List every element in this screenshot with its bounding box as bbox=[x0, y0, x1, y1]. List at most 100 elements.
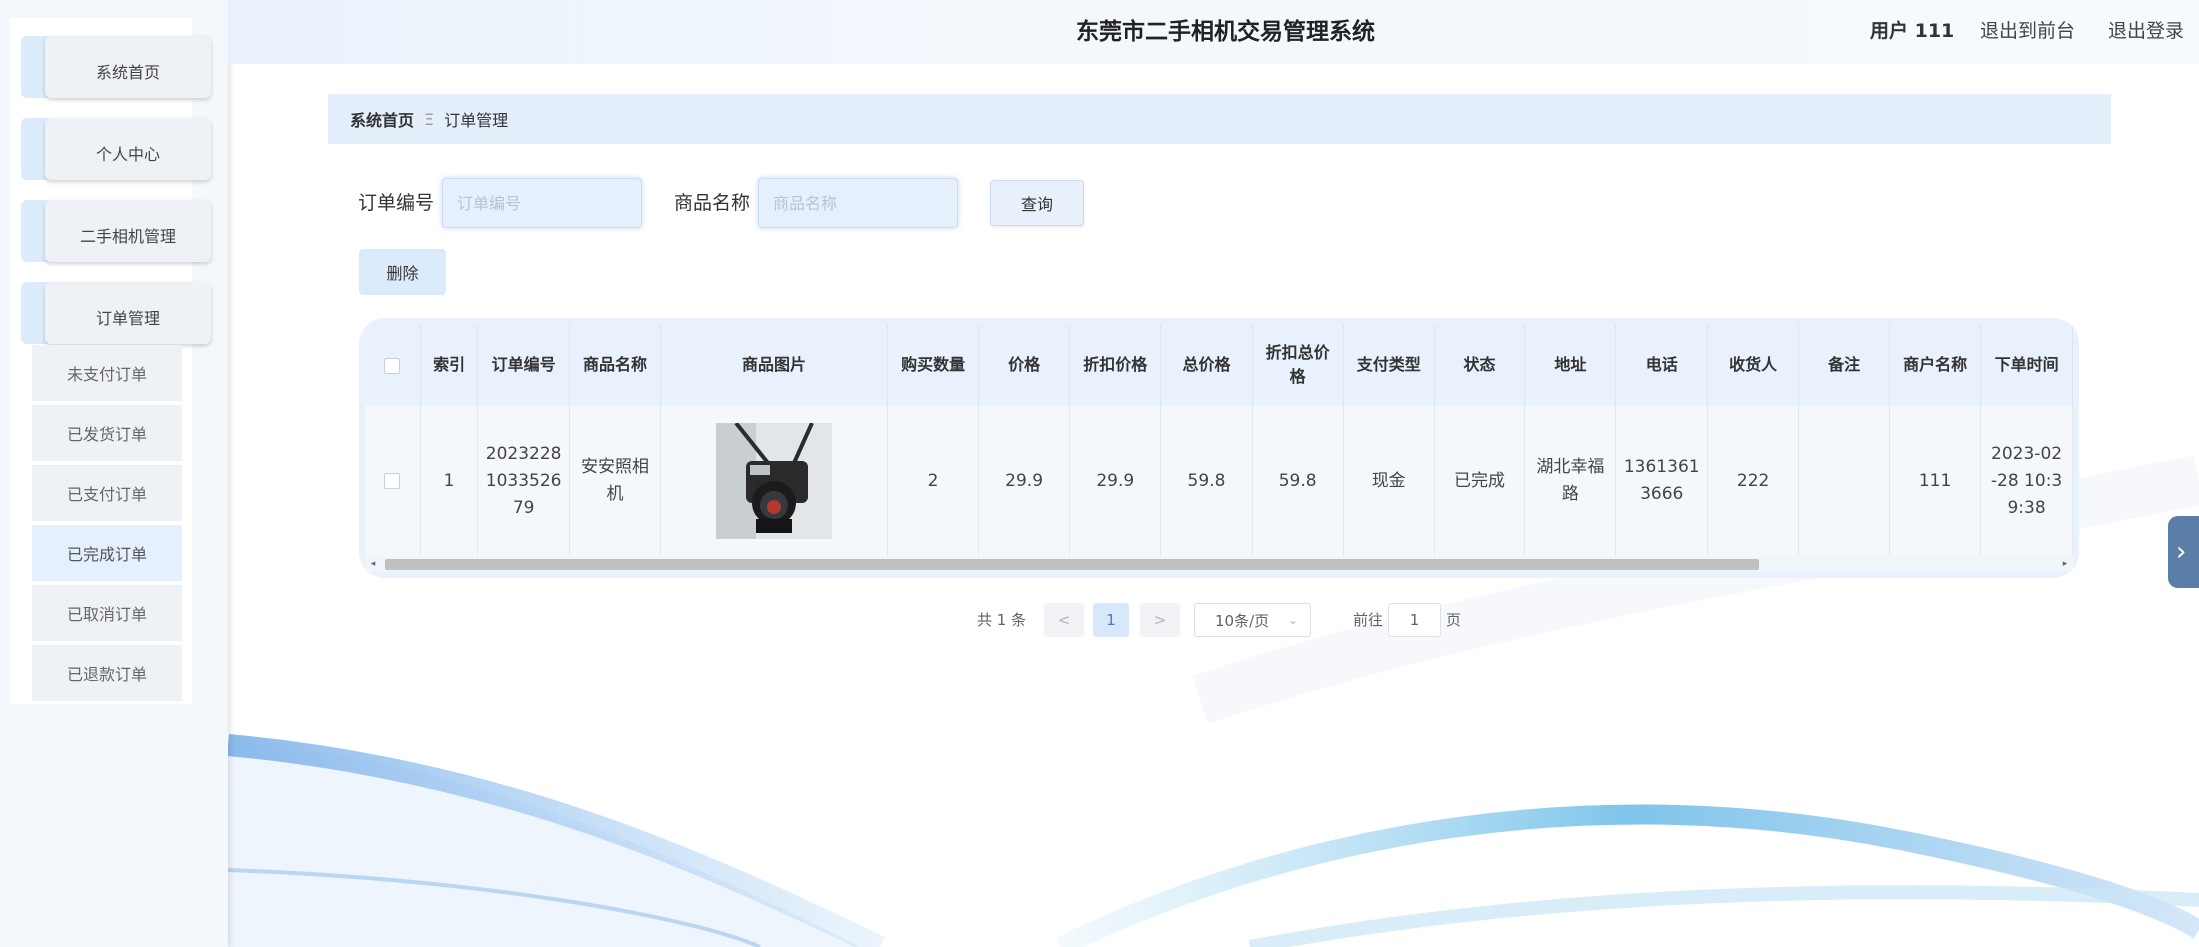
table-header-cell: 电话 bbox=[1615, 324, 1709, 406]
table-header-cell: 下单时间 bbox=[1980, 324, 2073, 406]
horizontal-scrollbar[interactable]: ◂ ▸ bbox=[365, 556, 2073, 572]
time-line: -28 10:3 bbox=[1990, 470, 2063, 491]
breadcrumb-home[interactable]: 系统首页 bbox=[350, 107, 414, 131]
table-header-cell: 商户名称 bbox=[1889, 324, 1982, 406]
product-name-input[interactable] bbox=[758, 178, 958, 228]
row-checkbox[interactable] bbox=[384, 472, 401, 489]
orders-table: 索引 订单编号 商品名称 商品图片 购买数量 价格 折扣价格 总价格 折扣总价格… bbox=[365, 324, 2073, 556]
cell-discount-price: 29.9 bbox=[1069, 406, 1162, 556]
scrollbar-thumb[interactable] bbox=[385, 559, 1759, 570]
prev-page-button[interactable]: < bbox=[1044, 603, 1084, 637]
cell-address: 湖北幸福 路 bbox=[1524, 406, 1617, 556]
submenu-shipped-orders[interactable]: 已发货订单 bbox=[32, 405, 182, 463]
table-header-cell: 折扣价格 bbox=[1069, 324, 1162, 406]
time-line: 9:38 bbox=[2007, 497, 2046, 518]
orders-table-container: 索引 订单编号 商品名称 商品图片 购买数量 价格 折扣价格 总价格 折扣总价格… bbox=[359, 318, 2079, 578]
orders-table-viewport: 索引 订单编号 商品名称 商品图片 购买数量 价格 折扣价格 总价格 折扣总价格… bbox=[365, 324, 2073, 556]
cell-quantity: 2 bbox=[887, 406, 980, 556]
page-size-select[interactable]: 10条/页 ⌄ bbox=[1194, 603, 1311, 637]
select-all-checkbox[interactable] bbox=[384, 357, 401, 374]
submenu-cancelled-orders[interactable]: 已取消订单 bbox=[32, 585, 182, 643]
cell-pay-type: 现金 bbox=[1343, 406, 1435, 556]
table-header-cell: 总价格 bbox=[1160, 324, 1253, 406]
table-header-cell: 状态 bbox=[1434, 324, 1526, 406]
table-header-cell: 订单编号 bbox=[477, 324, 571, 406]
order-no-line: 79 bbox=[512, 497, 535, 518]
page-size-value: 10条/页 bbox=[1215, 611, 1270, 630]
cell-receiver: 222 bbox=[1707, 406, 1800, 556]
sidebar-item-label[interactable]: 订单管理 bbox=[45, 282, 211, 344]
cell-product-name: 安安照相 机 bbox=[569, 406, 661, 556]
current-user: 用户 111 bbox=[1870, 20, 1955, 42]
scroll-right-arrow-icon[interactable]: ▸ bbox=[2057, 556, 2073, 572]
sidebar: 系统首页 个人中心 二手相机管理 订单管理 未支付订单 已发货订单 已支付订单 … bbox=[0, 0, 228, 947]
cell-status: 已完成 bbox=[1434, 406, 1526, 556]
order-no-input[interactable] bbox=[442, 178, 642, 228]
address-line: 路 bbox=[1561, 484, 1579, 504]
table-header-cell: 价格 bbox=[978, 324, 1071, 406]
table-header-cell: 收货人 bbox=[1707, 324, 1800, 406]
cell-remark bbox=[1798, 406, 1891, 556]
sidebar-item-order-management[interactable]: 订单管理 bbox=[21, 282, 211, 344]
chevron-down-icon: ⌄ bbox=[1287, 613, 1298, 627]
goto-page-input[interactable] bbox=[1388, 603, 1441, 637]
cell-index: 1 bbox=[420, 406, 479, 556]
table-header-cell: 折扣总价格 bbox=[1252, 324, 1344, 406]
submenu-paid-orders[interactable]: 已支付订单 bbox=[32, 465, 182, 523]
product-name-label: 商品名称 bbox=[674, 192, 751, 214]
breadcrumb-separator: Ξ bbox=[424, 109, 435, 129]
phone-line: 3666 bbox=[1640, 484, 1684, 504]
cell-order-no: 2023228 1033526 79 bbox=[477, 406, 571, 556]
sidebar-item-label[interactable]: 二手相机管理 bbox=[45, 200, 211, 262]
app-title: 东莞市二手相机交易管理系统 bbox=[1076, 19, 1375, 45]
side-panel-toggle[interactable]: › bbox=[2168, 516, 2199, 588]
submenu-refunded-orders[interactable]: 已退款订单 bbox=[32, 645, 182, 703]
goto-label: 前往 bbox=[1353, 611, 1384, 629]
address-line: 湖北幸福 bbox=[1536, 457, 1605, 477]
product-name-line: 机 bbox=[606, 484, 624, 504]
row-select-cell bbox=[365, 406, 421, 556]
table-header-row: 索引 订单编号 商品名称 商品图片 购买数量 价格 折扣价格 总价格 折扣总价格… bbox=[365, 324, 2073, 406]
order-no-line: 2023228 bbox=[485, 443, 562, 464]
sidebar-item-home[interactable]: 系统首页 bbox=[21, 36, 211, 98]
chevron-right-icon: › bbox=[2176, 537, 2187, 567]
camera-photo-thumbnail[interactable] bbox=[716, 421, 833, 539]
scroll-left-arrow-icon[interactable]: ◂ bbox=[365, 556, 381, 572]
table-header-cell: 商品名称 bbox=[569, 324, 661, 406]
next-page-button[interactable]: > bbox=[1140, 603, 1180, 637]
submenu-unpaid-orders[interactable]: 未支付订单 bbox=[32, 345, 182, 403]
sidebar-item-camera-management[interactable]: 二手相机管理 bbox=[21, 200, 211, 262]
breadcrumb: 系统首页 Ξ 订单管理 bbox=[328, 94, 2111, 144]
cell-product-image bbox=[660, 406, 889, 556]
table-row[interactable]: 1 2023228 1033526 79 安安照相 机 2 29.9 29.9 … bbox=[365, 406, 2073, 556]
cell-order-time: 2023-02 -28 10:3 9:38 bbox=[1980, 406, 2073, 556]
top-header: 东莞市二手相机交易管理系统 用户 111 退出到前台 退出登录 bbox=[228, 0, 2199, 64]
table-header-cell: 商品图片 bbox=[660, 324, 889, 406]
time-line: 2023-02 bbox=[1991, 443, 2063, 464]
delete-button[interactable]: 删除 bbox=[359, 249, 446, 295]
cell-price: 29.9 bbox=[978, 406, 1071, 556]
table-header-cell: 地址 bbox=[1524, 324, 1617, 406]
table-header-cell: 备注 bbox=[1798, 324, 1891, 406]
page-number-1[interactable]: 1 bbox=[1093, 603, 1129, 637]
exit-to-front-link[interactable]: 退出到前台 bbox=[1980, 0, 2075, 62]
sidebar-item-label[interactable]: 系统首页 bbox=[45, 36, 211, 98]
header-select-all bbox=[365, 324, 421, 406]
submenu-completed-orders[interactable]: 已完成订单 bbox=[32, 525, 182, 583]
breadcrumb-current: 订单管理 bbox=[444, 111, 509, 130]
logout-link[interactable]: 退出登录 bbox=[2108, 0, 2184, 62]
phone-line: 1361361 bbox=[1623, 457, 1700, 477]
product-name-line: 安安照相 bbox=[580, 457, 649, 477]
table-header-cell: 支付类型 bbox=[1343, 324, 1435, 406]
table-header-cell: 索引 bbox=[420, 324, 479, 406]
sidebar-item-label[interactable]: 个人中心 bbox=[45, 118, 211, 180]
order-no-line: 1033526 bbox=[485, 470, 562, 491]
query-button[interactable]: 查询 bbox=[990, 180, 1084, 226]
order-no-label: 订单编号 bbox=[358, 192, 435, 214]
cell-total-price: 59.8 bbox=[1160, 406, 1253, 556]
cell-merchant: 111 bbox=[1889, 406, 1982, 556]
table-header-cell: 购买数量 bbox=[887, 324, 980, 406]
pagination-total: 共 1 条 bbox=[977, 611, 1027, 629]
cell-discount-total: 59.8 bbox=[1252, 406, 1344, 556]
sidebar-item-personal-center[interactable]: 个人中心 bbox=[21, 118, 211, 180]
